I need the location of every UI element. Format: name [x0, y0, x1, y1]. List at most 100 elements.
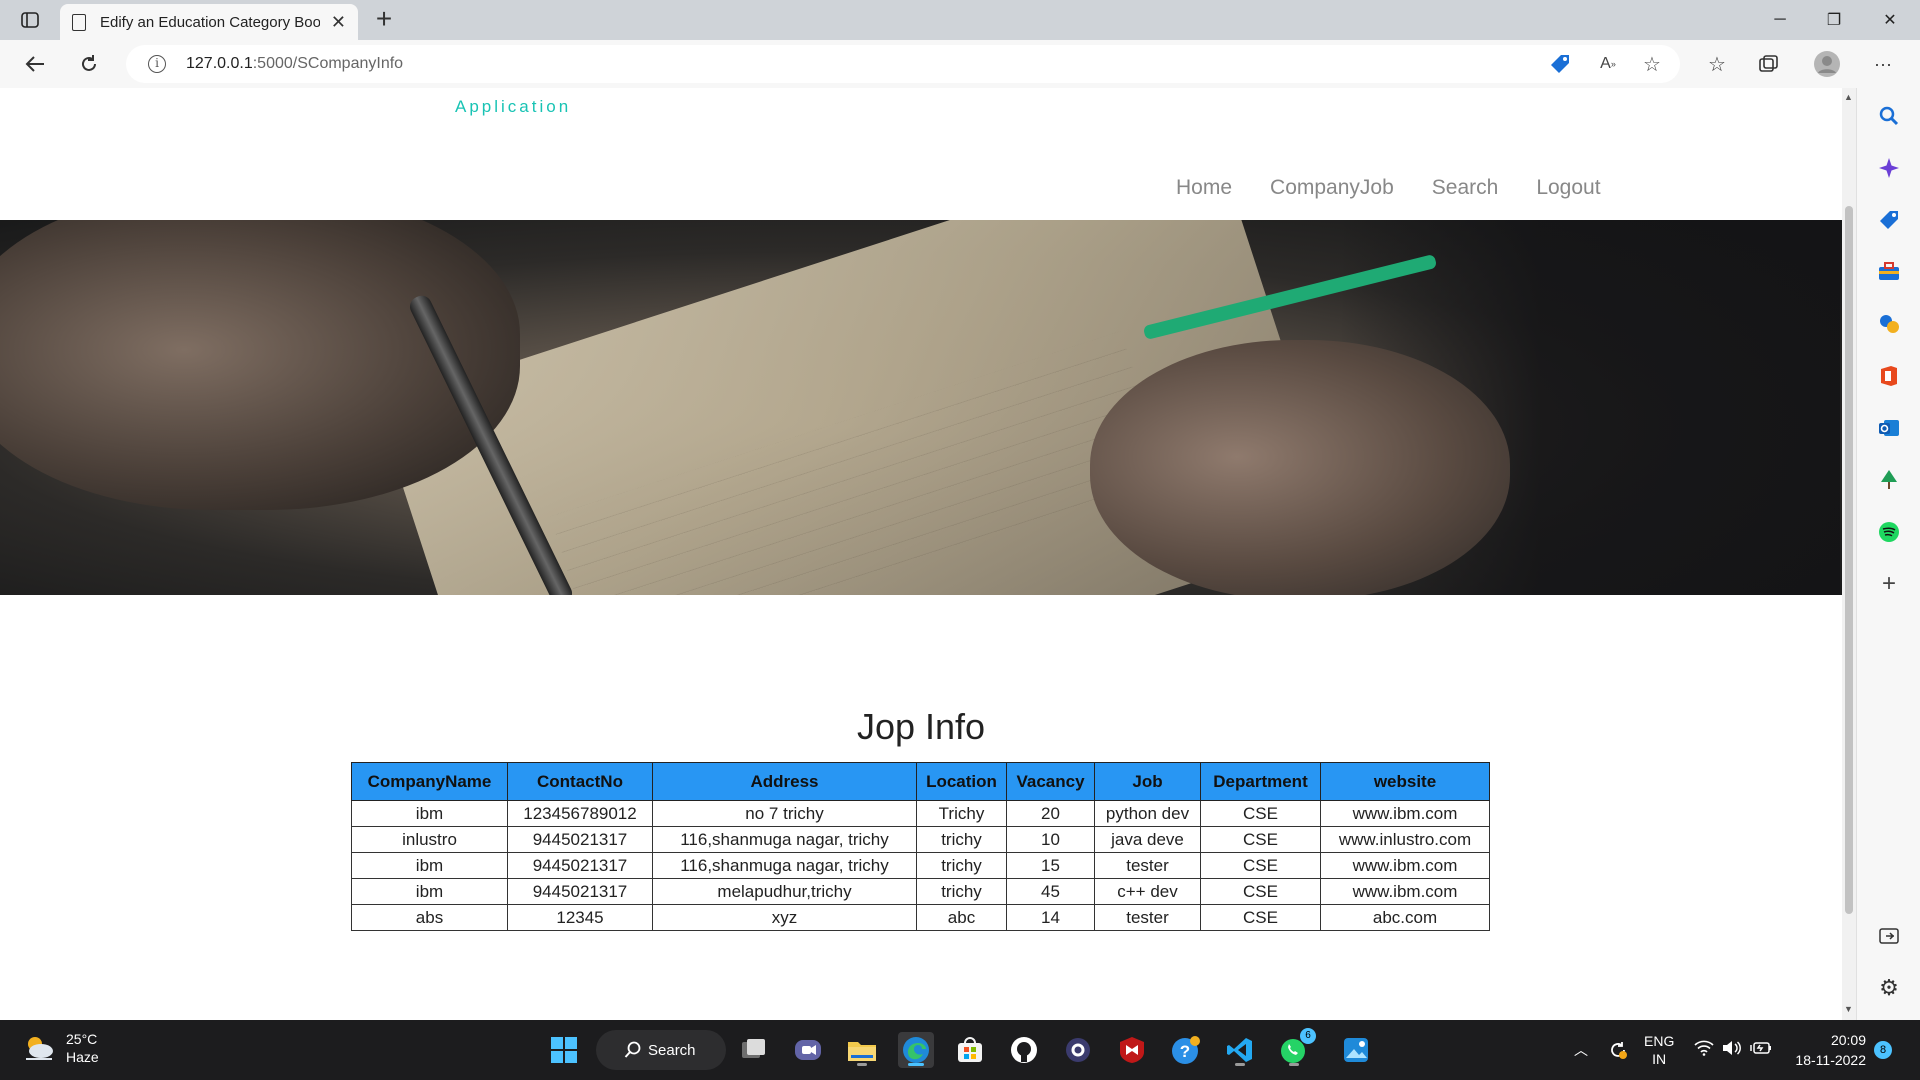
- search-icon: [624, 1041, 641, 1058]
- sidebar-hide-icon[interactable]: [1877, 924, 1901, 948]
- job-info-table: CompanyName ContactNo Address Location V…: [351, 762, 1490, 931]
- weather-widget[interactable]: 25°C Haze: [22, 1030, 99, 1066]
- page-scrollbar[interactable]: ▲ ▼: [1842, 88, 1856, 1020]
- region-code: IN: [1652, 1051, 1667, 1067]
- favorites-button[interactable]: ☆: [1700, 48, 1734, 80]
- nav-search[interactable]: Search: [1432, 176, 1499, 200]
- teams-chat-button[interactable]: [790, 1032, 826, 1068]
- back-arrow-icon: [25, 56, 44, 72]
- table-cell: 15: [1006, 852, 1095, 879]
- wifi-icon[interactable]: [1694, 1040, 1714, 1059]
- tab-actions-button[interactable]: [16, 8, 44, 32]
- show-hidden-icons-chevron-icon[interactable]: ︿: [1574, 1040, 1588, 1060]
- table-cell: trichy: [916, 826, 1007, 853]
- notification-badge[interactable]: 8: [1874, 1041, 1892, 1059]
- photos-app-button[interactable]: [1338, 1032, 1374, 1068]
- taskbar-search-button[interactable]: Search: [596, 1030, 726, 1070]
- nav-home[interactable]: Home: [1176, 176, 1232, 200]
- photos-icon: [1344, 1038, 1368, 1062]
- nav-logout[interactable]: Logout: [1536, 176, 1600, 200]
- settings-app-button[interactable]: [1060, 1032, 1096, 1068]
- column-header: website: [1320, 762, 1490, 801]
- running-indicator: [857, 1063, 867, 1066]
- address-bar[interactable]: i 127.0.0.1:5000/SCompanyInfo A» ☆: [126, 45, 1680, 83]
- store-bag-icon: [958, 1037, 982, 1062]
- url-host: 127.0.0.1: [186, 55, 253, 72]
- sidebar-settings-gear-icon[interactable]: ⚙: [1877, 975, 1901, 1000]
- sidebar-shopping-icon[interactable]: [1877, 208, 1901, 232]
- table-cell: inlustro: [351, 826, 508, 853]
- sidebar-office-icon[interactable]: [1877, 364, 1901, 388]
- profile-button[interactable]: [1810, 48, 1844, 80]
- settings-more-button[interactable]: ···: [1866, 48, 1900, 80]
- page-title: Jop Info: [856, 706, 986, 747]
- edge-sidebar: + ⚙: [1856, 88, 1920, 1020]
- scrollbar-thumb[interactable]: [1845, 206, 1853, 914]
- whatsapp-button[interactable]: 6: [1276, 1028, 1316, 1068]
- nav-companyjob[interactable]: CompanyJob: [1270, 176, 1394, 200]
- task-view-icon: [742, 1039, 765, 1058]
- battery-icon[interactable]: [1750, 1040, 1772, 1059]
- weather-temperature: 25°C: [66, 1031, 98, 1047]
- column-header: Location: [916, 762, 1007, 801]
- mcafee-button[interactable]: [1114, 1032, 1150, 1068]
- get-help-button[interactable]: ?: [1168, 1032, 1204, 1068]
- table-cell: CSE: [1200, 878, 1321, 905]
- sidebar-search-icon[interactable]: [1877, 104, 1901, 128]
- teams-chat-icon: [795, 1040, 821, 1060]
- table-cell: CSE: [1200, 904, 1321, 931]
- vscode-button[interactable]: [1222, 1032, 1258, 1068]
- close-tab-icon[interactable]: ✕: [331, 12, 346, 33]
- tab-actions-icon: [21, 12, 39, 28]
- close-window-button[interactable]: ✕: [1862, 0, 1918, 40]
- table-cell: 9445021317: [507, 878, 653, 905]
- site-info-icon[interactable]: i: [148, 55, 166, 73]
- folder-icon: [848, 1042, 876, 1061]
- edge-browser-button[interactable]: [898, 1032, 934, 1068]
- sidebar-add-icon[interactable]: +: [1877, 570, 1901, 597]
- sidebar-discover-icon[interactable]: [1877, 156, 1901, 180]
- sidebar-outlook-icon[interactable]: [1877, 416, 1901, 440]
- whatsapp-badge: 6: [1300, 1028, 1316, 1044]
- add-favorite-icon[interactable]: ☆: [1640, 53, 1664, 76]
- reload-icon: [82, 55, 96, 71]
- sync-status-icon[interactable]: [1608, 1040, 1628, 1063]
- restore-button[interactable]: ❐: [1806, 0, 1862, 40]
- back-button[interactable]: [18, 48, 52, 80]
- url-text[interactable]: 127.0.0.1:5000/SCompanyInfo: [186, 55, 403, 73]
- table-cell: xyz: [652, 904, 917, 931]
- sidebar-games-icon[interactable]: [1877, 312, 1901, 336]
- sidebar-tools-icon[interactable]: [1877, 260, 1901, 284]
- table-cell: CSE: [1200, 852, 1321, 879]
- running-indicator: [1289, 1063, 1299, 1066]
- sidebar-tree-icon[interactable]: [1877, 468, 1901, 492]
- scroll-down-arrow-icon[interactable]: ▼: [1844, 1004, 1853, 1014]
- coupon-tag-icon[interactable]: [1548, 53, 1572, 75]
- minimize-button[interactable]: ─: [1752, 0, 1808, 40]
- volume-icon[interactable]: [1722, 1040, 1742, 1059]
- new-tab-button[interactable]: +: [368, 4, 400, 36]
- table-header-row: CompanyName ContactNo Address Location V…: [351, 762, 1490, 801]
- browser-tab[interactable]: Edify an Education Category Boo ✕: [60, 4, 358, 40]
- file-explorer-button[interactable]: [844, 1032, 880, 1068]
- column-header: ContactNo: [507, 762, 653, 801]
- site-nav: Home CompanyJob Search Logout: [1176, 176, 1639, 200]
- table-cell: 9445021317: [507, 826, 653, 853]
- brand-subtitle: Application: [455, 97, 572, 116]
- sidebar-spotify-icon[interactable]: [1877, 520, 1901, 544]
- microsoft-store-button[interactable]: [952, 1032, 988, 1068]
- read-aloud-icon[interactable]: A»: [1596, 53, 1620, 75]
- task-view-button[interactable]: [736, 1032, 772, 1068]
- reload-button[interactable]: [72, 48, 106, 80]
- github-desktop-button[interactable]: [1006, 1032, 1042, 1068]
- system-clock[interactable]: 20:09 18-11-2022: [1780, 1030, 1866, 1070]
- vscode-icon: [1227, 1038, 1252, 1062]
- start-button[interactable]: [546, 1032, 582, 1068]
- windows-taskbar: 25°C Haze Search ? 6 ︿ ENG IN 20:09 18-1…: [0, 1020, 1920, 1080]
- help-icon: ?: [1172, 1036, 1200, 1064]
- table-row: ibm 9445021317 melapudhur,trichy trichy …: [351, 878, 1490, 905]
- column-header: CompanyName: [351, 762, 508, 801]
- collections-button[interactable]: [1752, 48, 1786, 80]
- scroll-up-arrow-icon[interactable]: ▲: [1844, 92, 1853, 102]
- language-indicator[interactable]: ENG IN: [1644, 1032, 1674, 1068]
